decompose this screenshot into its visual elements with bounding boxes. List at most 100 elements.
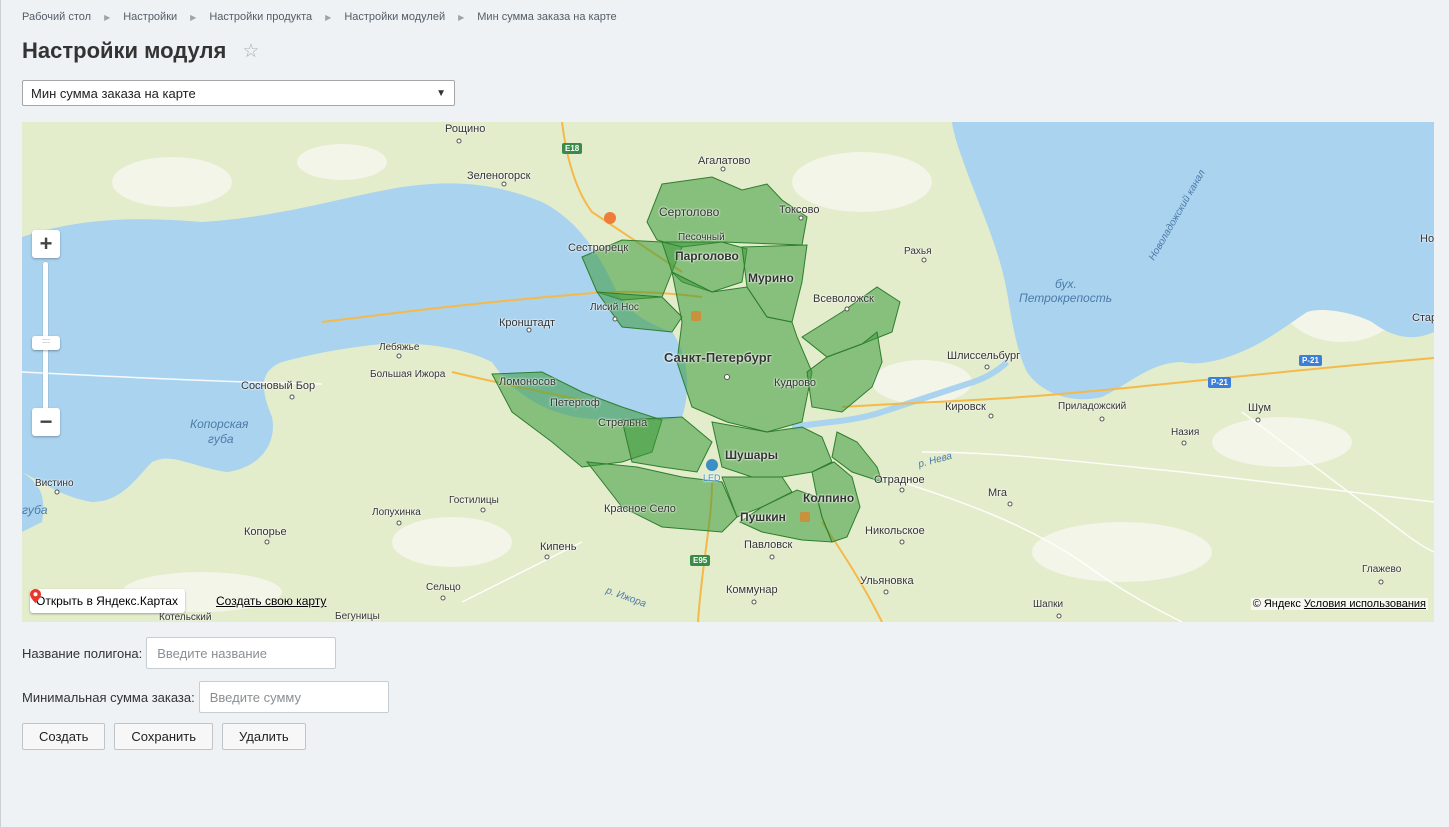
map-canvas[interactable] xyxy=(22,122,1434,622)
zoom-slider-handle[interactable]: :::: xyxy=(32,336,60,350)
save-button[interactable]: Сохранить xyxy=(114,723,214,750)
map-label-strelna: Стрельна xyxy=(598,417,648,429)
metro-icon xyxy=(800,512,810,522)
action-buttons: Создать Сохранить Удалить xyxy=(22,723,315,750)
min-sum-label: Минимальная сумма заказа: xyxy=(22,689,195,705)
map-label-ulyanovka: Ульяновка xyxy=(860,575,914,587)
map-label-guba-edge: губа xyxy=(22,503,48,517)
map-label-shlisselburg: Шлиссельбург xyxy=(947,350,1021,362)
map-label-petergof: Петергоф xyxy=(550,397,600,409)
breadcrumb-item-settings[interactable]: Настройки xyxy=(123,11,177,23)
map-label-mga: Мга xyxy=(988,487,1008,499)
map-label-priladozhsky: Приладожский xyxy=(1058,401,1127,412)
min-sum-input[interactable] xyxy=(198,681,389,713)
zoom-out-button[interactable]: − xyxy=(32,408,60,436)
map-label-no: Но xyxy=(1420,233,1434,245)
map-label-pesochny: Песочный xyxy=(678,232,725,243)
map-label-roshchino: Рощино xyxy=(445,123,486,135)
chevron-right-icon: ▶ xyxy=(190,12,197,22)
chevron-right-icon: ▶ xyxy=(458,12,465,22)
module-select[interactable]: Мин сумма заказа на карте ▼ xyxy=(22,80,455,106)
map-label-lopukhinka: Лопухинка xyxy=(372,507,421,518)
map-label-selco: Сельцо xyxy=(426,582,461,593)
map-label-nikolskoe: Никольское xyxy=(865,525,925,537)
fuel-icon xyxy=(604,212,616,224)
create-button[interactable]: Создать xyxy=(22,723,106,750)
open-yandex-maps-button[interactable]: Открыть в Яндекс.Картах xyxy=(30,589,185,613)
map-label-kronshtadt: Кронштадт xyxy=(499,317,556,329)
map-label-kommunar: Коммунар xyxy=(726,584,778,596)
road-badge-e95: E95 xyxy=(690,555,711,566)
min-sum-row: Минимальная сумма заказа: xyxy=(22,681,389,713)
map-label-vistino: Вистино xyxy=(35,478,74,489)
map-label-koporskaya-bay: Копорская xyxy=(190,417,249,431)
map-label-petrokrepost-bay: бух. xyxy=(1055,277,1077,291)
chevron-right-icon: ▶ xyxy=(104,12,111,22)
map-label-toksovo: Токсово xyxy=(779,204,820,216)
map-label-stara: Стар xyxy=(1412,312,1434,324)
map-label-zelenogorsk: Зеленогорск xyxy=(467,170,531,182)
breadcrumb-item-module-settings[interactable]: Настройки модулей xyxy=(344,11,445,23)
chevron-down-icon: ▼ xyxy=(436,87,446,99)
map-label-krasnoe-selo: Красное Село xyxy=(604,503,676,515)
map-label-koporskaya-bay-2: губа xyxy=(208,432,234,446)
map-label-sertolovo: Сертолово xyxy=(659,205,720,219)
map-label-sosnovy-bor: Сосновый Бор xyxy=(241,380,316,392)
module-select-value: Мин сумма заказа на карте xyxy=(31,85,196,101)
map-pin-icon xyxy=(30,589,41,603)
map-label-lomonosov: Ломоносов xyxy=(499,376,556,388)
copyright-text: © Яндекс xyxy=(1252,598,1301,610)
map-label-murino: Мурино xyxy=(748,271,794,285)
polygon-name-label: Название полигона: xyxy=(22,645,143,661)
map-label-shushary: Шушары xyxy=(725,448,778,462)
map-copyright: © Яндекс Условия использования xyxy=(1250,598,1428,610)
page-title: Настройки модуля xyxy=(22,38,227,63)
metro-icon xyxy=(691,311,701,321)
map-label-kipen: Кипень xyxy=(540,541,577,553)
polygon-name-row: Название полигона: xyxy=(22,637,337,669)
breadcrumb-item-product-settings[interactable]: Настройки продукта xyxy=(209,11,312,23)
zoom-in-button[interactable]: + xyxy=(32,230,60,258)
chevron-right-icon: ▶ xyxy=(325,12,332,22)
airplane-icon xyxy=(706,459,718,471)
map-label-otradnoe: Отрадное xyxy=(874,474,925,486)
map-label-sestroretsk: Сестрорецк xyxy=(568,242,629,254)
map-label-pargolovo: Парголово xyxy=(675,249,739,263)
road-badge-r21-west: P-21 xyxy=(1208,377,1231,388)
map-label-agalatovo: Агалатово xyxy=(698,155,751,167)
map-label-nazia: Назия xyxy=(1171,427,1200,438)
map-label-kudrovo: Кудрово xyxy=(774,377,817,389)
open-yandex-maps-label: Открыть в Яндекс.Картах xyxy=(36,594,178,608)
map-label-pushkin: Пушкин xyxy=(740,510,786,524)
map-label-led: LED xyxy=(703,473,721,483)
title-row: Настройки модуля ☆ xyxy=(22,38,259,64)
breadcrumb-item-current[interactable]: Мин сумма заказа на карте xyxy=(477,11,616,23)
map-label-kotelsky: Котельский xyxy=(159,612,212,622)
breadcrumb: Рабочий стол ▶ Настройки ▶ Настройки про… xyxy=(22,11,617,23)
map-label-lebyazhye: Лебяжье xyxy=(379,342,420,353)
map-label-petrokrepost-bay-2: Петрокрепость xyxy=(1019,291,1113,305)
star-icon[interactable]: ☆ xyxy=(242,42,259,61)
delete-button[interactable]: Удалить xyxy=(222,723,306,750)
map-label-spb: Санкт-Петербург xyxy=(664,350,773,365)
map-label-lisiy-nos: Лисий Нос xyxy=(590,302,639,313)
map[interactable]: Рощино Зеленогорск Агалатово Токсово Сер… xyxy=(22,122,1434,622)
map-label-kolpino: Колпино xyxy=(803,491,855,505)
map-label-shum: Шум xyxy=(1248,402,1272,414)
map-label-kirovsk: Кировск xyxy=(945,401,986,413)
polygon-name-input[interactable] xyxy=(146,637,337,669)
map-label-shapki: Шапки xyxy=(1033,599,1064,610)
map-label-pavlovsk: Павловск xyxy=(744,539,793,551)
map-label-bolshaya-izhora: Большая Ижора xyxy=(370,369,446,380)
terms-link[interactable]: Условия использования xyxy=(1304,598,1426,610)
map-label-vsevolozhsk: Всеволожск xyxy=(813,293,874,305)
page-left-border xyxy=(0,0,1,827)
map-label-begunitsy: Бегуницы xyxy=(335,611,380,622)
create-map-link[interactable]: Создать свою карту xyxy=(216,594,326,608)
map-label-glazhevo: Глажево xyxy=(1362,564,1402,575)
map-label-koporye: Копорье xyxy=(244,526,287,538)
road-badge-r21-east: P-21 xyxy=(1299,355,1322,366)
breadcrumb-item-desktop[interactable]: Рабочий стол xyxy=(22,11,91,23)
map-label-gostilitsy: Гостилицы xyxy=(449,495,499,506)
road-badge-e18: E18 xyxy=(562,143,583,154)
